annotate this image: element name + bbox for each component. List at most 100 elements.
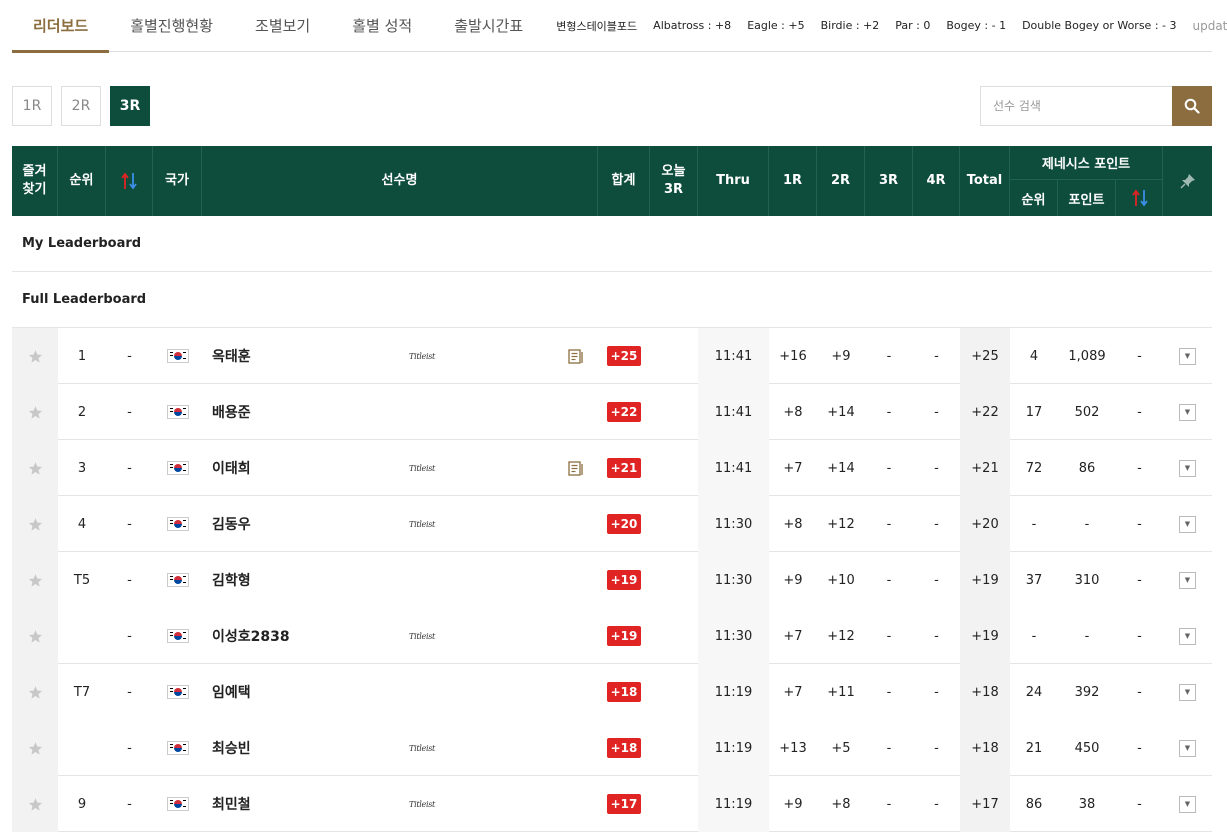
tab-group-view[interactable]: 조별보기 [234, 0, 331, 52]
header-genesis-rank: 순위 [1010, 180, 1058, 216]
genesis-change: - [1137, 348, 1142, 364]
country-flag [153, 328, 202, 384]
player-name[interactable]: 김학형 [212, 552, 392, 608]
genesis-change: - [1137, 684, 1142, 700]
country-flag [153, 384, 202, 440]
round-1-score: +8 [783, 404, 803, 420]
favorite-star[interactable] [12, 664, 58, 720]
header-r3: 3R [865, 146, 913, 216]
favorite-star[interactable] [12, 328, 58, 384]
row-expand[interactable]: ▼ [1163, 496, 1212, 552]
star-icon [28, 573, 42, 587]
row-expand[interactable]: ▼ [1163, 328, 1212, 384]
genesis-rank: 37 [1025, 572, 1043, 588]
total-score: +21 [960, 440, 1010, 496]
round-3-score: - [886, 404, 892, 420]
dropdown-arrow-icon[interactable]: ▼ [1179, 739, 1196, 757]
row-expand[interactable]: ▼ [1163, 552, 1212, 608]
favorite-star[interactable] [12, 384, 58, 440]
round-4-score: - [934, 796, 939, 812]
korea-flag-icon [166, 741, 189, 755]
row-expand[interactable]: ▼ [1163, 720, 1212, 776]
player-name[interactable]: 최민철 [212, 776, 392, 832]
header-genesis-change[interactable] [1116, 180, 1163, 216]
tab-leaderboard[interactable]: 리더보드 [12, 0, 110, 53]
round-2-score: +12 [827, 628, 855, 644]
rank: T5 [73, 572, 91, 588]
today-score [650, 384, 698, 440]
genesis-change: - [1137, 628, 1142, 644]
genesis-change: - [1137, 796, 1142, 812]
row-expand[interactable]: ▼ [1163, 608, 1212, 664]
header-favorite: 즐겨 찾기 [12, 146, 58, 216]
row-expand[interactable]: ▼ [1163, 776, 1212, 832]
today-score [650, 608, 698, 664]
total-score: +19 [960, 608, 1010, 664]
row-expand[interactable]: ▼ [1163, 664, 1212, 720]
rank-change: - [127, 348, 132, 364]
total-score-badge: +19 [598, 552, 650, 608]
header-rank-change[interactable] [106, 146, 153, 216]
favorite-star[interactable] [12, 776, 58, 832]
player-name[interactable]: 옥태훈 [212, 328, 392, 384]
round-3-button[interactable]: 3R [110, 86, 150, 126]
genesis-points: 392 [1074, 684, 1100, 700]
dropdown-arrow-icon[interactable]: ▼ [1179, 459, 1196, 477]
favorite-star[interactable] [12, 608, 58, 664]
today-score [650, 664, 698, 720]
favorite-star[interactable] [12, 440, 58, 496]
star-icon [28, 517, 42, 531]
search-input[interactable] [980, 86, 1172, 126]
stableford-legend: 변형스테이블포드 Albatross : +8 Eagle : +5 Birdi… [556, 18, 1192, 34]
scorecard-button[interactable] [562, 328, 590, 384]
player-name[interactable]: 이성호2838 [212, 608, 392, 664]
total-score-badge: +21 [598, 440, 650, 496]
round-1-button[interactable]: 1R [12, 86, 52, 126]
star-icon [28, 797, 42, 811]
tab-hole-results[interactable]: 홀별 성적 [331, 0, 433, 52]
dropdown-arrow-icon[interactable]: ▼ [1179, 515, 1196, 533]
note-slot [562, 720, 590, 776]
dropdown-arrow-icon[interactable]: ▼ [1179, 347, 1196, 365]
today-score [650, 552, 698, 608]
player-name[interactable]: 배용준 [212, 384, 392, 440]
dropdown-arrow-icon[interactable]: ▼ [1179, 627, 1196, 645]
round-2-score: +5 [831, 740, 851, 756]
stableford-title: 변형스테이블포드 [556, 19, 638, 33]
dropdown-arrow-icon[interactable]: ▼ [1179, 571, 1196, 589]
header-rank: 순위 [58, 146, 106, 216]
total-score-badge: +17 [598, 776, 650, 832]
note-slot [562, 776, 590, 832]
player-name[interactable]: 최승빈 [212, 720, 392, 776]
total-score-badge: +19 [598, 608, 650, 664]
tab-tee-times[interactable]: 출발시간표 [433, 0, 544, 52]
favorite-star[interactable] [12, 720, 58, 776]
player-name[interactable]: 임예택 [212, 664, 392, 720]
header-r2: 2R [817, 146, 865, 216]
scorecard-button[interactable] [562, 440, 590, 496]
scorecard-icon [568, 348, 583, 364]
country-flag [153, 552, 202, 608]
dropdown-arrow-icon[interactable]: ▼ [1179, 795, 1196, 813]
header-pin[interactable] [1163, 146, 1212, 216]
player-name[interactable]: 김동우 [212, 496, 392, 552]
round-2-button[interactable]: 2R [61, 86, 101, 126]
thru: 11:41 [698, 440, 769, 496]
dropdown-arrow-icon[interactable]: ▼ [1179, 683, 1196, 701]
search-button[interactable] [1172, 86, 1212, 126]
thru: 11:19 [698, 720, 769, 776]
tab-hole-progress[interactable]: 홀별진행현황 [109, 0, 234, 52]
country-flag [153, 776, 202, 832]
rank [58, 608, 106, 664]
favorite-star[interactable] [12, 552, 58, 608]
note-slot [562, 384, 590, 440]
sponsor-logo [392, 384, 452, 440]
row-expand[interactable]: ▼ [1163, 440, 1212, 496]
player-name[interactable]: 이태희 [212, 440, 392, 496]
korea-flag-icon [166, 573, 189, 587]
favorite-star[interactable] [12, 496, 58, 552]
leaderboard-rows: 1 - 옥태훈 Titleist +25 11:41 +16 +9 - - +2… [12, 328, 1212, 832]
thru: 11:41 [698, 384, 769, 440]
row-expand[interactable]: ▼ [1163, 384, 1212, 440]
dropdown-arrow-icon[interactable]: ▼ [1179, 403, 1196, 421]
